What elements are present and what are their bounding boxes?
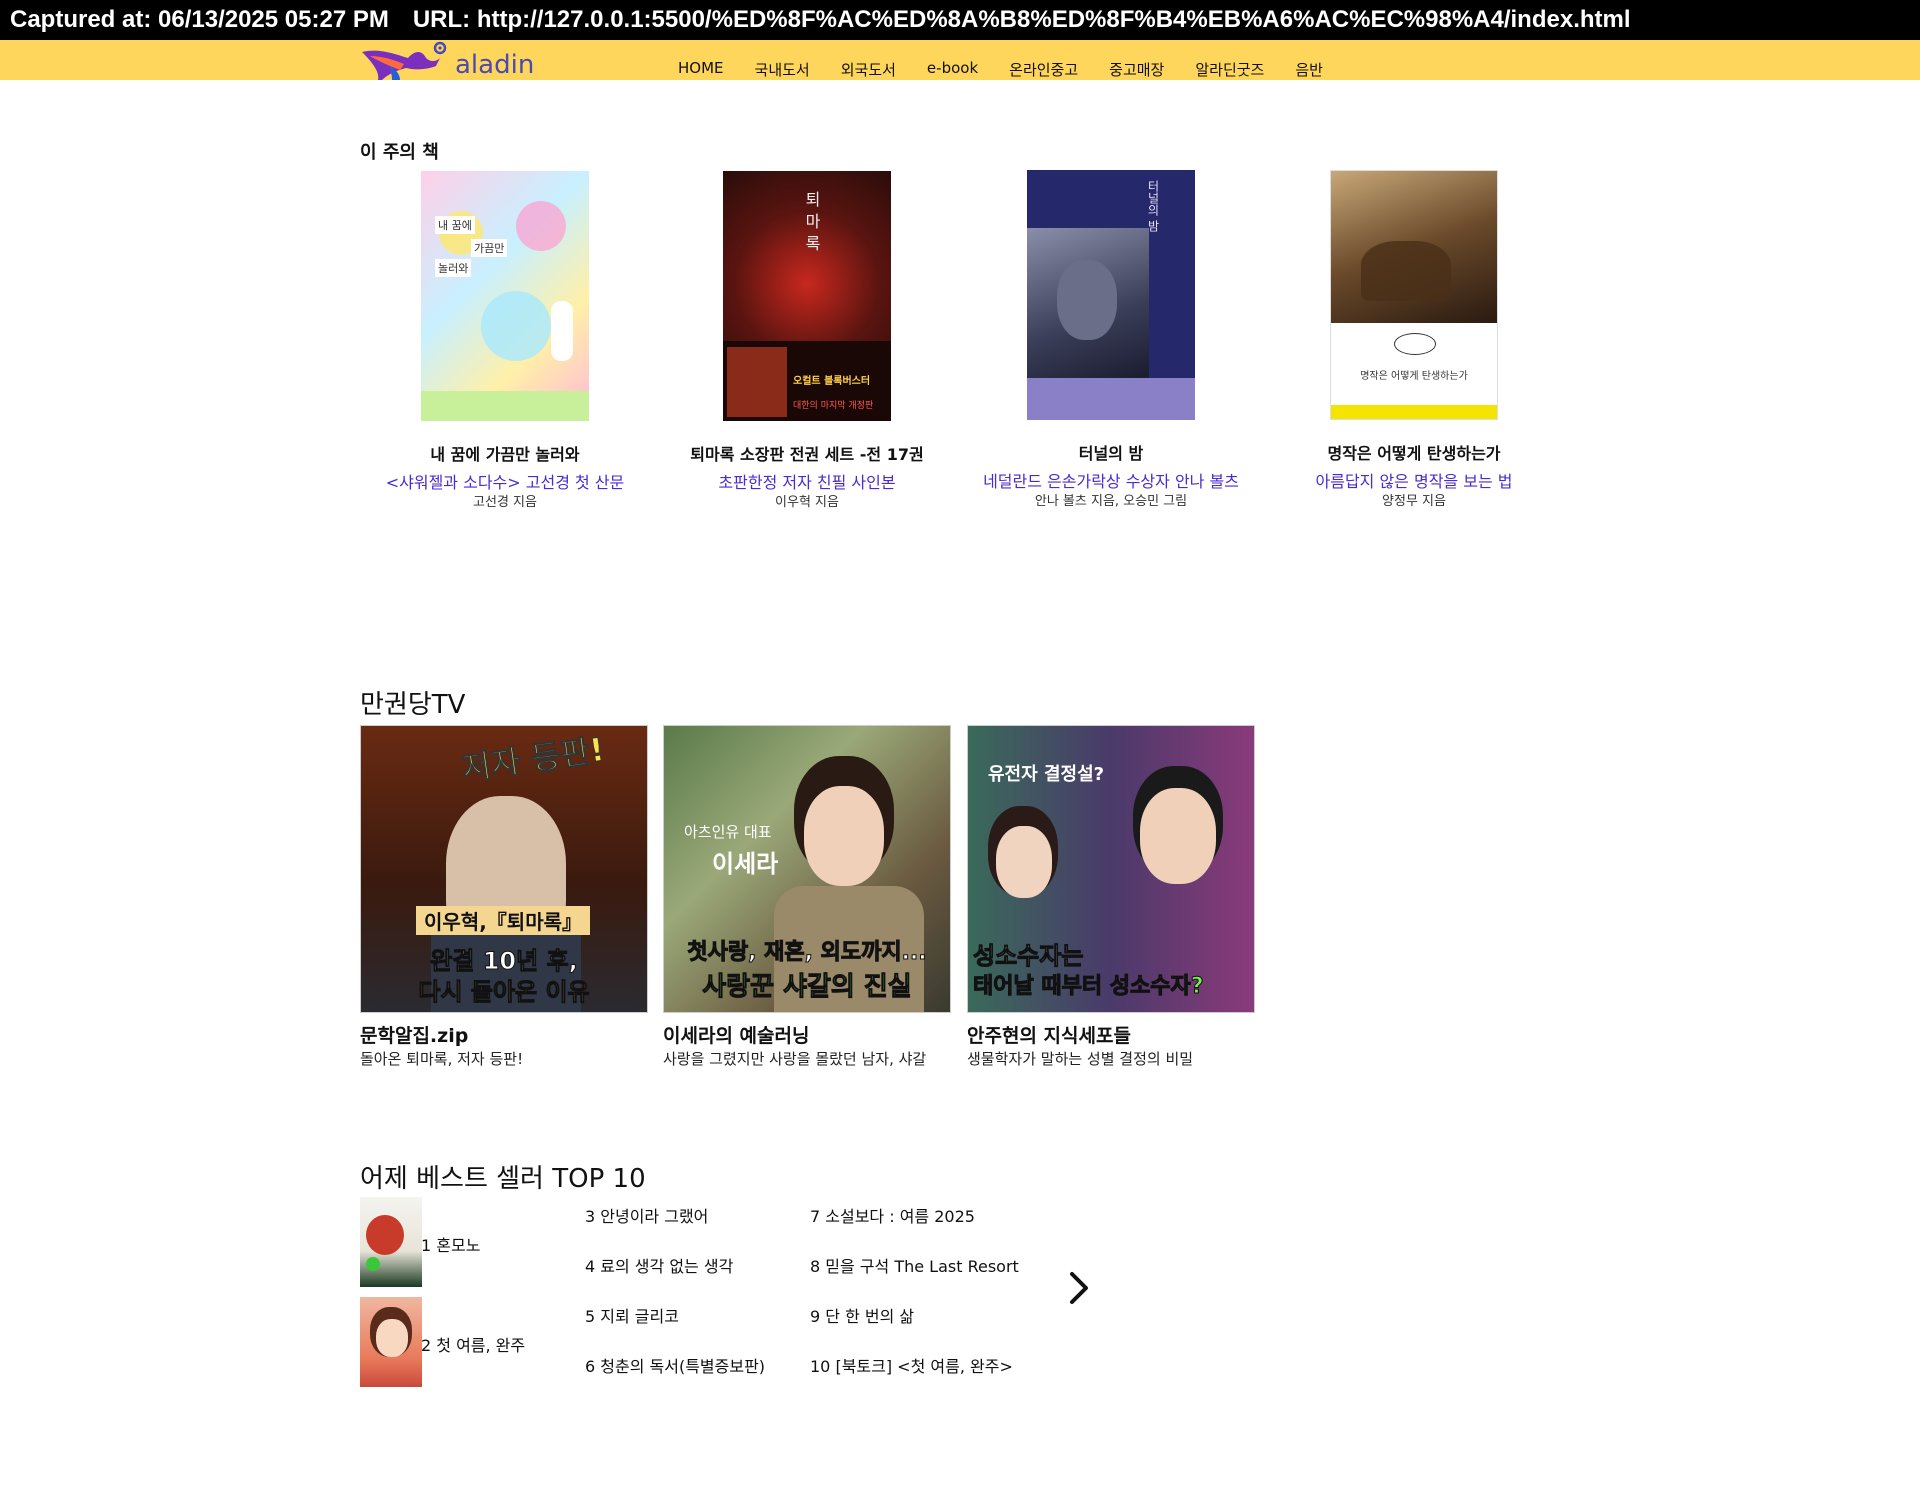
book-card[interactable]: 터널의 밤 터널의 밤 네덜란드 은손가락상 수상자 안나 볼츠 안나 볼츠 지… (961, 170, 1261, 509)
book-title[interactable]: 명작은 어떻게 탄생하는가 (1264, 440, 1564, 464)
main-nav: HOME 국내도서 외국도서 e-book 온라인중고 중고매장 알라딘굿즈 음… (678, 59, 1354, 80)
bestseller-item[interactable]: 1 혼모노 (421, 1232, 480, 1256)
nav-ebook[interactable]: e-book (927, 59, 978, 80)
capture-url: URL: http://127.0.0.1:5500/%ED%8F%AC%ED%… (412, 6, 1631, 33)
bestseller-heading: 어제 베스트 셀러 TOP 10 (360, 1164, 646, 1194)
book-cover[interactable]: 내 꿈에 가끔만 놀러와 (421, 171, 589, 421)
bestseller-item[interactable]: 5 지뢰 글리코 (585, 1303, 679, 1327)
book-cover[interactable]: 터널의 밤 (1027, 170, 1195, 420)
video-thumbnail[interactable]: 아츠인유 대표 이세라 첫사랑, 재혼, 외도까지... 사랑꾼 샤갈의 진실 (663, 725, 951, 1013)
bestseller-item[interactable]: 4 료의 생각 없는 생각 (585, 1253, 733, 1277)
book-title[interactable]: 터널의 밤 (961, 440, 1261, 464)
bestseller-item[interactable]: 10 [북토크] <첫 여름, 완주> (810, 1353, 1013, 1377)
nav-domestic-books[interactable]: 국내도서 (755, 59, 810, 80)
captured-at: Captured at: 06/13/2025 05:27 PM (10, 6, 389, 33)
book-card[interactable]: 내 꿈에 가끔만 놀러와 내 꿈에 가끔만 놀러와 <샤워젤과 소다수> 고선경… (355, 171, 655, 510)
book-author: 양정무 지음 (1382, 494, 1446, 509)
aladin-logo[interactable]: aladin (360, 40, 550, 80)
video-thumbnail[interactable]: 유전자 결정설? 성소수자는 태어날 때부터 성소수자? (967, 725, 1255, 1013)
chevron-right-icon[interactable] (1064, 1268, 1094, 1308)
nav-aladin-goods[interactable]: 알라딘굿즈 (1195, 59, 1264, 80)
nav-used-store[interactable]: 중고매장 (1109, 59, 1164, 80)
bestseller-item[interactable]: 2 첫 여름, 완주 (421, 1332, 525, 1356)
book-author: 안나 볼츠 지음, 오승민 그림 (1034, 494, 1188, 509)
video-card[interactable]: 저자 등판! 이우혁,『퇴마록』 완결 10년 후, 다시 돌아온 이유 문학알… (360, 725, 648, 1069)
bestseller-item[interactable]: 6 청춘의 독서(특별증보판) (585, 1353, 765, 1377)
book-title[interactable]: 내 꿈에 가끔만 놀러와 (355, 441, 655, 465)
book-promo[interactable]: 초판한정 저자 친필 사인본 (657, 469, 957, 493)
bestseller-item[interactable]: 7 소설보다 : 여름 2025 (810, 1203, 975, 1227)
book-author: 고선경 지음 (473, 495, 537, 510)
book-author: 이우혁 지음 (775, 495, 839, 510)
bestseller-item[interactable]: 3 안녕이라 그랬어 (585, 1203, 708, 1227)
video-thumbnail[interactable]: 저자 등판! 이우혁,『퇴마록』 완결 10년 후, 다시 돌아온 이유 (360, 725, 648, 1013)
bestseller-item[interactable]: 8 믿을 구석 The Last Resort (810, 1253, 1019, 1277)
video-card[interactable]: 유전자 결정설? 성소수자는 태어날 때부터 성소수자? 안주현의 지식세포들 … (967, 725, 1255, 1069)
bestseller-thumbnail[interactable] (360, 1197, 422, 1287)
book-card[interactable]: 퇴마록 오컬트 블록버스터 대한의 마지막 개정판 퇴마록 소장판 전권 세트 … (657, 171, 957, 510)
nav-home[interactable]: HOME (678, 59, 724, 80)
nav-music[interactable]: 음반 (1295, 59, 1323, 80)
book-promo[interactable]: 아름답지 않은 명작을 보는 법 (1264, 468, 1564, 492)
bestseller-thumbnail[interactable] (360, 1297, 422, 1387)
video-subtitle: 돌아온 퇴마록, 저자 등판! (360, 1050, 524, 1068)
video-subtitle: 사랑을 그렸지만 사랑을 몰랐던 남자, 샤갈 (663, 1050, 927, 1068)
nav-online-used[interactable]: 온라인중고 (1009, 59, 1078, 80)
tv-heading: 만권당TV (360, 690, 466, 720)
top-navigation-bar: aladin HOME 국내도서 외국도서 e-book 온라인중고 중고매장 … (0, 40, 1920, 80)
video-subtitle: 생물학자가 말하는 성별 결정의 비밀 (967, 1050, 1194, 1068)
video-title[interactable]: 문학알집.zip (360, 1021, 648, 1048)
capture-info-bar: Captured at: 06/13/2025 05:27 PM URL: htt… (0, 0, 1920, 40)
video-title[interactable]: 이세라의 예술러닝 (663, 1021, 951, 1048)
book-cover[interactable]: 명작은 어떻게 탄생하는가 (1330, 170, 1498, 420)
nav-foreign-books[interactable]: 외국도서 (841, 59, 896, 80)
video-title[interactable]: 안주현의 지식세포들 (967, 1021, 1255, 1048)
book-promo[interactable]: <샤워젤과 소다수> 고선경 첫 산문 (355, 469, 655, 493)
video-card[interactable]: 아츠인유 대표 이세라 첫사랑, 재혼, 외도까지... 사랑꾼 샤갈의 진실 … (663, 725, 951, 1069)
bestseller-item[interactable]: 9 단 한 번의 삶 (810, 1303, 914, 1327)
book-promo[interactable]: 네덜란드 은손가락상 수상자 안나 볼츠 (961, 468, 1261, 492)
logo-text: aladin (455, 50, 535, 80)
book-cover[interactable]: 퇴마록 오컬트 블록버스터 대한의 마지막 개정판 (723, 171, 891, 421)
book-card[interactable]: 명작은 어떻게 탄생하는가 명작은 어떻게 탄생하는가 아름답지 않은 명작을 … (1264, 170, 1564, 509)
weekly-books-heading: 이 주의 책 (360, 142, 439, 163)
book-title[interactable]: 퇴마록 소장판 전권 세트 -전 17권 (657, 441, 957, 465)
genie-lamp-icon (362, 41, 447, 80)
